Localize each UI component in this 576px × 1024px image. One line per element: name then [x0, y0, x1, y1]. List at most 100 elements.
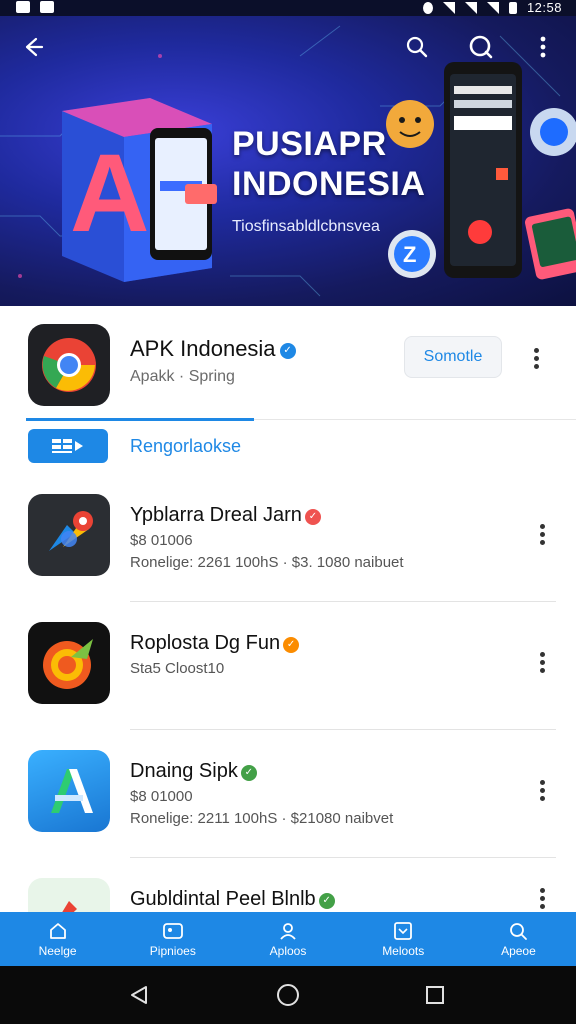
- nav-profile[interactable]: Aploos: [230, 912, 345, 966]
- list-item-title: Dnaing Sipk ✓: [130, 760, 257, 783]
- colorful-app-icon: [62, 901, 77, 912]
- chat-search-button[interactable]: [464, 30, 498, 64]
- list-item-icon: [28, 622, 110, 704]
- app-more-button[interactable]: [526, 344, 546, 372]
- tab-chip[interactable]: [28, 429, 108, 463]
- triangle-back-icon: [131, 986, 147, 1004]
- badge-icon: ✓: [318, 893, 335, 909]
- app-action-button[interactable]: Somotle: [404, 336, 502, 378]
- list-item-more-button[interactable]: [532, 648, 552, 676]
- badge-icon: ✓: [240, 765, 257, 781]
- list-item[interactable]: Gubldintal Peel Blnlb ✓: [0, 858, 576, 912]
- list-item-title: Roplosta Dg Fun ✓: [130, 632, 300, 655]
- alarm-icon: [422, 1, 433, 14]
- more-vert-icon: [539, 651, 545, 657]
- app-store-a-icon: [51, 769, 93, 813]
- nav-search[interactable]: Apeoe: [461, 912, 576, 966]
- list-item[interactable]: Dnaing Sipk ✓ $8 01000 Ronelige: 2211 100…: [0, 730, 576, 858]
- notification-icon: [16, 1, 30, 13]
- status-bar: 12:58: [0, 0, 576, 16]
- hero-more-button[interactable]: [526, 30, 560, 64]
- more-vert-icon: [540, 36, 546, 58]
- nav-gallery[interactable]: Pipnioes: [115, 912, 230, 966]
- refresh-game-icon: [43, 639, 93, 689]
- nav-home[interactable]: Neelge: [0, 912, 115, 966]
- list-item-title-text: Dnaing Sipk: [130, 760, 238, 782]
- signal-icon-2: [486, 1, 499, 14]
- app-name: APK Indonesia ✓: [130, 336, 296, 362]
- list-item-subtitle: $8 01006: [130, 532, 193, 549]
- more-vert-icon: [539, 887, 545, 893]
- app-meta: Apakk · Spring: [130, 368, 235, 385]
- list-item-more-button[interactable]: [532, 776, 552, 804]
- list-item-details: Ronelige: 2261 100hS · $3. 1080 naibuet: [130, 554, 404, 571]
- system-back-button[interactable]: [124, 980, 154, 1010]
- list-item[interactable]: Ypblarra Dreal Jarn ✓ $8 01006 Ronelige: …: [0, 474, 576, 602]
- list-item-title: Ypblarra Dreal Jarn ✓: [130, 504, 321, 527]
- nav-messages[interactable]: Meloots: [346, 912, 461, 966]
- nav-gallery-label: Pipnioes: [149, 943, 196, 958]
- list-item-title-text: Gubldintal Peel Blnlb: [130, 888, 316, 910]
- chat-search-icon: [469, 35, 493, 59]
- app-name-text: APK Indonesia: [130, 336, 276, 361]
- system-home-button[interactable]: [273, 980, 303, 1010]
- tab-indicator: [26, 418, 254, 421]
- list-item[interactable]: Roplosta Dg Fun ✓ Sta5 Cloost10: [0, 602, 576, 730]
- chrome-like-icon: [42, 338, 96, 392]
- svg-text:Z: Z: [403, 242, 416, 267]
- svg-text:A: A: [70, 132, 149, 255]
- status-time: 12:58: [526, 0, 562, 15]
- search-button[interactable]: [400, 30, 434, 64]
- list-item-subtitle: Sta5 Cloost10: [130, 660, 225, 677]
- battery-icon: [508, 1, 517, 14]
- system-nav-bar: [0, 966, 576, 1024]
- more-vert-icon: [539, 779, 545, 785]
- list-item-icon: [28, 750, 110, 832]
- list-item-title-text: Ypblarra Dreal Jarn: [130, 504, 302, 526]
- app-list: Ypblarra Dreal Jarn ✓ $8 01006 Ronelige: …: [0, 474, 576, 912]
- image-notification-icon: [40, 1, 54, 13]
- app-header: APK Indonesia ✓ Apakk · Spring Somotle: [0, 306, 576, 422]
- nav-profile-label: Aploos: [269, 943, 307, 958]
- badge-icon: ✓: [304, 509, 321, 525]
- back-arrow-icon: [25, 37, 44, 57]
- square-recents-icon: [426, 986, 444, 1004]
- app-icon: [28, 324, 110, 406]
- profile-icon: [280, 922, 296, 940]
- back-button[interactable]: [16, 30, 50, 64]
- map-pin-icon: [49, 511, 93, 551]
- tab-divider: [254, 419, 576, 420]
- system-recents-button[interactable]: [420, 980, 450, 1010]
- nav-search-label: Apeoe: [501, 943, 536, 958]
- bottom-nav: Neelge Pipnioes Aploos Meloots Apeoe: [0, 912, 576, 966]
- list-item-subtitle: $8 01000: [130, 788, 193, 805]
- more-vert-icon: [539, 523, 545, 529]
- tab-label[interactable]: Rengorlaokse: [130, 436, 241, 457]
- list-item-more-button[interactable]: [532, 884, 552, 912]
- list-item-more-button[interactable]: [532, 520, 552, 548]
- hero-title: PUSIAPR INDONESIA: [232, 124, 425, 204]
- list-view-icon: [52, 439, 83, 453]
- badge-icon: ✓: [283, 637, 300, 653]
- list-item-title: Gubldintal Peel Blnlb ✓: [130, 888, 335, 911]
- circle-home-icon: [277, 984, 299, 1006]
- list-item-icon: [28, 878, 110, 912]
- list-item-details: Ronelige: 2211 100hS · $21080 naibvet: [130, 810, 394, 827]
- search-icon: [406, 36, 428, 58]
- nav-home-label: Neelge: [38, 943, 77, 958]
- verified-badge-icon: ✓: [279, 343, 296, 359]
- nav-messages-label: Meloots: [382, 943, 425, 958]
- wifi-icon: [442, 1, 455, 14]
- gallery-icon: [162, 922, 183, 939]
- hero-title-line2: INDONESIA: [232, 165, 426, 203]
- list-item-title-text: Roplosta Dg Fun: [130, 632, 281, 654]
- home-icon: [49, 922, 66, 939]
- hero-subtitle: Tiosfinsabldlcbnsvea: [232, 218, 380, 235]
- signal-icon: [464, 1, 477, 14]
- more-vert-icon: [533, 347, 539, 353]
- list-item-icon: [28, 494, 110, 576]
- message-icon: [394, 921, 413, 940]
- hero-banner: A Z PUSIAPR INDONESIA Tiosfinsabldlcbnsv…: [0, 16, 576, 306]
- tab-row: Rengorlaokse: [0, 418, 576, 474]
- search-icon: [510, 922, 528, 940]
